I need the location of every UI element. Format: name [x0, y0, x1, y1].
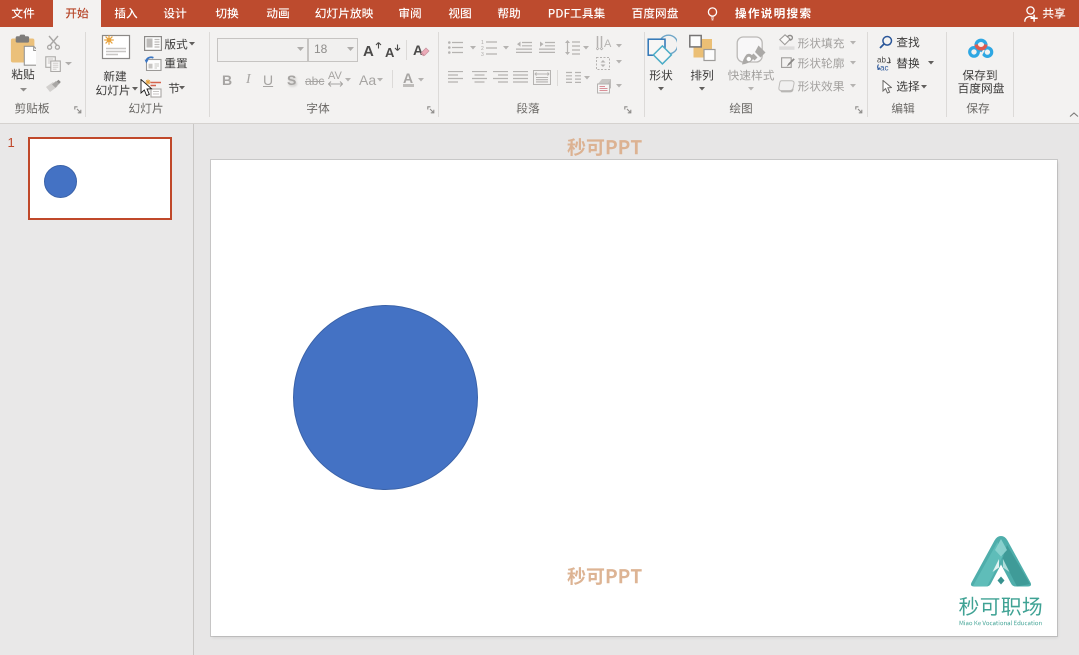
svg-text:A: A — [604, 38, 612, 50]
svg-text:3: 3 — [481, 52, 484, 56]
svg-text:ac: ac — [880, 64, 888, 72]
